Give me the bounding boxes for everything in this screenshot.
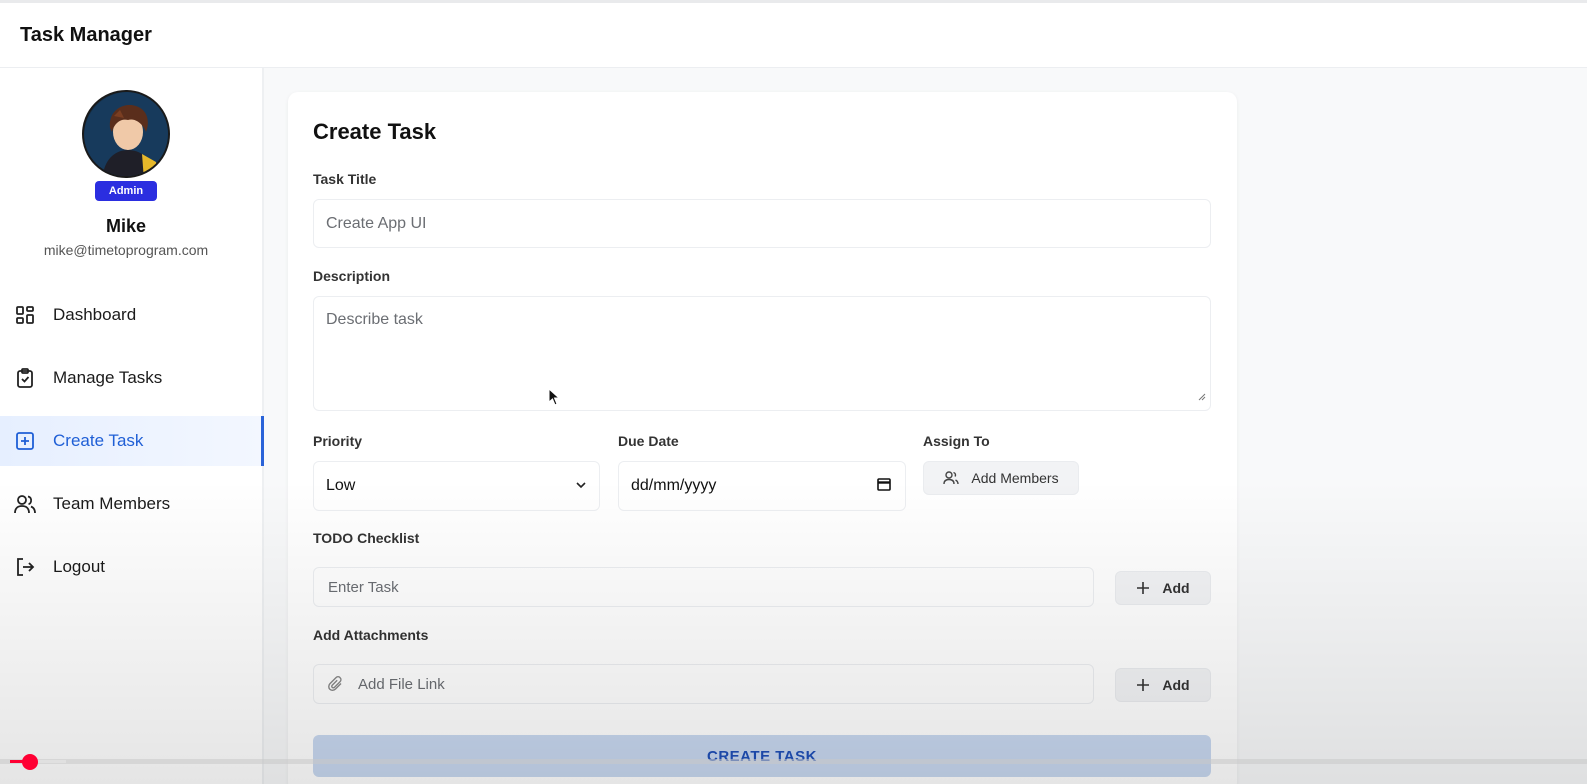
due-date-placeholder: dd/mm/yyyy [631,477,717,494]
sidebar-item-manage-tasks[interactable]: Manage Tasks [0,353,264,403]
sidebar-item-label: Logout [53,557,105,576]
dashboard-icon [14,304,36,326]
avatar-illustration-icon [84,92,168,176]
user-email: mike@timetoprogram.com [43,242,209,258]
resize-handle-icon[interactable] [1198,388,1206,406]
page-title: Create Task [313,119,437,144]
sidebar-item-label: Dashboard [53,305,137,324]
description-label: Description [313,268,391,284]
task-title-placeholder: Create App UI [326,214,427,232]
add-todo-button[interactable]: Add [1115,571,1211,605]
due-date-label: Due Date [618,433,679,449]
sidebar-item-dashboard[interactable]: Dashboard [0,290,264,340]
sidebar-item-label: Manage Tasks [53,368,163,387]
create-task-button[interactable]: CREATE TASK [313,735,1211,777]
priority-value: Low [326,477,356,494]
todo-task-input[interactable]: Enter Task [313,567,1094,607]
description-textarea[interactable]: Describe task [313,296,1211,411]
due-date-input[interactable]: dd/mm/yyyy [618,461,906,511]
plus-square-icon [14,430,36,452]
plus-icon [1136,678,1150,692]
avatar [82,90,170,178]
todo-checklist-label: TODO Checklist [313,530,420,546]
add-todo-label: Add [1162,580,1190,596]
video-scrubber-handle[interactable] [22,754,38,770]
add-members-button[interactable]: Add Members [923,461,1079,495]
file-link-input[interactable]: Add File Link [313,664,1094,704]
clipboard-check-icon [14,367,36,389]
assign-to-label: Assign To [923,433,990,449]
description-placeholder: Describe task [326,311,423,328]
video-progress-track[interactable] [0,759,1587,764]
plus-icon [1136,581,1150,595]
top-bar: Task Manager [0,0,1587,68]
create-task-card: Create Task Task Title Create App UI Des… [288,92,1237,784]
sidebar-item-create-task[interactable]: Create Task [0,416,264,466]
priority-label: Priority [313,433,363,449]
logout-icon [14,556,36,578]
add-attachment-label: Add [1162,677,1190,693]
file-link-placeholder: Add File Link [358,675,445,693]
users-icon [943,471,960,485]
calendar-icon[interactable] [877,477,891,496]
add-members-label: Add Members [971,470,1059,486]
user-name: Mike [105,216,147,236]
task-title-label: Task Title [313,171,377,187]
attachments-label: Add Attachments [313,627,429,643]
paperclip-icon [328,676,344,692]
mouse-cursor-icon [548,387,561,411]
users-icon [14,493,36,515]
sidebar: Admin Mike mike@timetoprogram.com Dashbo… [0,68,264,784]
task-title-input[interactable]: Create App UI [313,199,1211,248]
priority-select[interactable]: Low [313,461,600,511]
chevron-down-icon [575,478,587,496]
sidebar-item-label: Team Members [53,494,171,513]
add-attachment-button[interactable]: Add [1115,668,1211,702]
app-title: Task Manager [20,23,152,46]
role-badge: Admin [95,181,157,201]
sidebar-item-label: Create Task [53,431,144,450]
right-pane [1238,68,1587,784]
sidebar-item-logout[interactable]: Logout [0,542,264,592]
todo-task-placeholder: Enter Task [328,578,399,596]
sidebar-item-team-members[interactable]: Team Members [0,479,264,529]
